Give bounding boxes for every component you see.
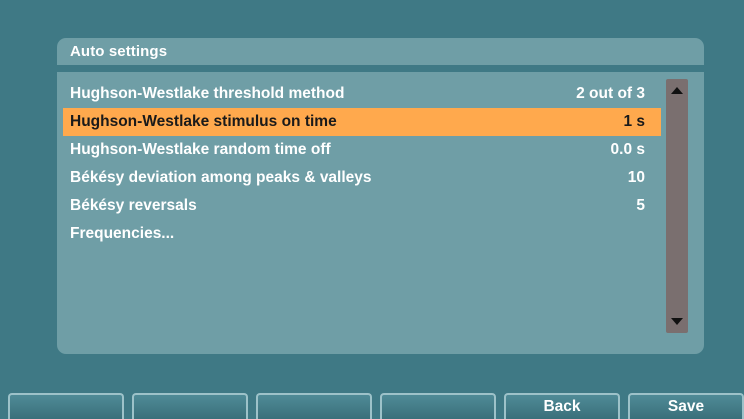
triangle-down-icon[interactable] [671,318,683,325]
setting-label: Békésy reversals [70,197,197,214]
setting-value: 10 [627,169,645,186]
softkey-4[interactable] [380,393,496,419]
setting-row-bekesy-reversals[interactable]: Békésy reversals 5 [63,192,661,220]
list-scrollbar[interactable] [666,79,688,333]
setting-label: Hughson-Westlake random time off [70,141,331,158]
setting-label: Hughson-Westlake stimulus on time [70,113,337,130]
panel-title: Auto settings [57,38,704,65]
softkey-2[interactable] [132,393,248,419]
softkey-3[interactable] [256,393,372,419]
setting-label: Frequencies... [70,225,175,242]
save-button[interactable]: Save [628,393,744,419]
setting-value: 2 out of 3 [576,85,645,102]
setting-label: Hughson-Westlake threshold method [70,85,345,102]
softkey-bar: Back Save [0,393,744,419]
triangle-up-icon[interactable] [671,87,683,94]
setting-value: 5 [636,197,645,214]
setting-label: Békésy deviation among peaks & valleys [70,169,372,186]
settings-list: Hughson-Westlake threshold method 2 out … [63,80,661,248]
settings-list-area: Hughson-Westlake threshold method 2 out … [57,72,704,354]
setting-row-bekesy-deviation[interactable]: Békésy deviation among peaks & valleys 1… [63,164,661,192]
auto-settings-screen: Auto settings Hughson-Westlake threshold… [0,0,744,419]
setting-row-threshold-method[interactable]: Hughson-Westlake threshold method 2 out … [63,80,661,108]
softkey-1[interactable] [8,393,124,419]
back-button[interactable]: Back [504,393,620,419]
setting-row-random-time-off[interactable]: Hughson-Westlake random time off 0.0 s [63,136,661,164]
auto-settings-panel: Auto settings Hughson-Westlake threshold… [57,38,704,354]
setting-value: 0.0 s [610,141,645,158]
setting-row-stimulus-on-time[interactable]: Hughson-Westlake stimulus on time 1 s [63,108,661,136]
setting-value: 1 s [623,113,645,130]
setting-row-frequencies[interactable]: Frequencies... [63,220,661,248]
